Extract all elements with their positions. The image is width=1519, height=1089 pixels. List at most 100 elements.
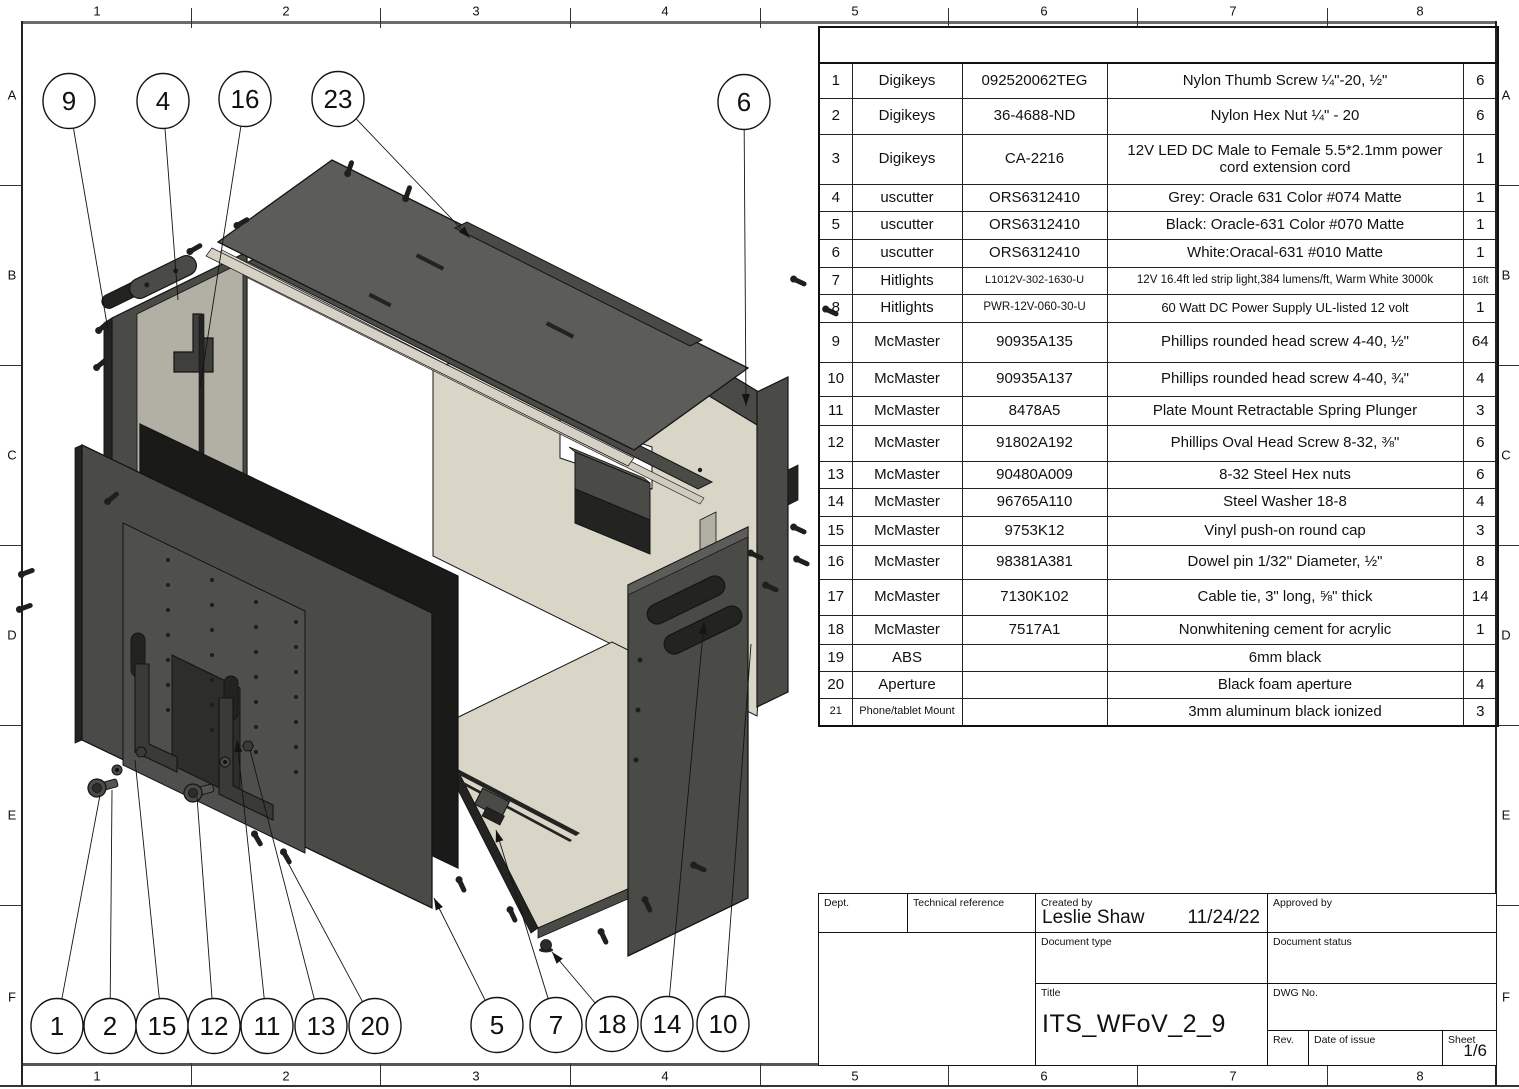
bom-qty: 6 — [1463, 425, 1498, 461]
bom-row: 12McMaster91802A192Phillips Oval Head Sc… — [819, 425, 1498, 461]
balloon-number: 15 — [148, 1011, 177, 1041]
bom-supplier: Phone/tablet Mount — [852, 698, 962, 726]
bom-description: 60 Watt DC Power Supply UL-listed 12 vol… — [1107, 294, 1463, 322]
bom-item-no: 10 — [819, 362, 852, 396]
balloon-number: 14 — [653, 1009, 682, 1039]
bom-item-no: 15 — [819, 516, 852, 545]
bom-description: 3mm aluminum black ionized — [1107, 698, 1463, 726]
bom-item-no: 8 — [819, 294, 852, 322]
bom-supplier: McMaster — [852, 396, 962, 425]
balloon-leader — [62, 795, 100, 999]
bom-part-number — [962, 644, 1107, 671]
rev-label: Rev. — [1273, 1034, 1294, 1046]
bom-supplier: McMaster — [852, 322, 962, 362]
bom-description: Grey: Oracle 631 Color #074 Matte — [1107, 184, 1463, 211]
bom-description: Nylon Thumb Screw ¼"-20, ½" — [1107, 63, 1463, 98]
approved-by-label: Approved by — [1273, 897, 1332, 909]
bom-item-no: 18 — [819, 615, 852, 644]
bom-row: 7HitlightsL1012V-302-1630-U12V 16.4ft le… — [819, 267, 1498, 294]
bom-row: 17McMaster7130K102Cable tie, 3" long, ⅝"… — [819, 579, 1498, 615]
balloon-leader — [135, 760, 159, 999]
balloon-number: 20 — [361, 1011, 390, 1041]
bom-row: 6uscutterORS6312410White:Oracal-631 #010… — [819, 239, 1498, 267]
bom-item-no: 20 — [819, 671, 852, 698]
bom-description: Steel Washer 18-8 — [1107, 488, 1463, 516]
front-monitor-panel — [75, 424, 458, 908]
bom-part-number: 8478A5 — [962, 396, 1107, 425]
balloon-number: 5 — [490, 1010, 504, 1040]
bom-qty: 1 — [1463, 239, 1498, 267]
bom-supplier: uscutter — [852, 239, 962, 267]
drawing-sheet: 1234567812345678ABCDEFABCDEF — [0, 0, 1519, 1089]
balloon-leader — [197, 797, 212, 999]
bom-qty: 1 — [1463, 211, 1498, 239]
leader-arrowhead — [552, 952, 563, 964]
balloon-number: 13 — [307, 1011, 336, 1041]
bom-qty: 1 — [1463, 294, 1498, 322]
balloon-leader — [73, 128, 108, 330]
bom-supplier: McMaster — [852, 516, 962, 545]
tech-ref-cell: Technical reference — [907, 893, 1037, 934]
bom-supplier: McMaster — [852, 461, 962, 488]
bom-supplier: Hitlights — [852, 267, 962, 294]
bom-qty: 6 — [1463, 98, 1498, 134]
bom-part-number: 36-4688-ND — [962, 98, 1107, 134]
bom-description: Black foam aperture — [1107, 671, 1463, 698]
bom-supplier: Hitlights — [852, 294, 962, 322]
bom-row: 3DigikeysCA-221612V LED DC Male to Femal… — [819, 134, 1498, 184]
bom-qty: 4 — [1463, 362, 1498, 396]
balloon-number: 4 — [156, 86, 170, 116]
sheet-cell: Sheet 1/6 — [1442, 1030, 1497, 1066]
bom-description: Black: Oracle-631 Color #070 Matte — [1107, 211, 1463, 239]
bom-part-number: 91802A192 — [962, 425, 1107, 461]
bom-part-number: 9753K12 — [962, 516, 1107, 545]
bom-row: 8HitlightsPWR-12V-060-30-U60 Watt DC Pow… — [819, 294, 1498, 322]
bom-qty — [1463, 644, 1498, 671]
rev-cell: Rev. — [1267, 1030, 1310, 1066]
bom-part-number — [962, 698, 1107, 726]
bom-item-no: 17 — [819, 579, 852, 615]
bom-qty: 8 — [1463, 545, 1498, 579]
bom-item-no: 4 — [819, 184, 852, 211]
bom-description: 12V LED DC Male to Female 5.5*2.1mm powe… — [1107, 134, 1463, 184]
balloon-number: 9 — [62, 86, 76, 116]
bom-part-number: ORS6312410 — [962, 239, 1107, 267]
bom-qty: 3 — [1463, 396, 1498, 425]
bom-description: Nonwhitening cement for acrylic — [1107, 615, 1463, 644]
bom-item-no: 5 — [819, 211, 852, 239]
bom-supplier: McMaster — [852, 545, 962, 579]
bom-item-no: 7 — [819, 267, 852, 294]
date-of-issue-cell: Date of issue — [1308, 1030, 1444, 1066]
bom-row: 4uscutterORS6312410Grey: Oracle 631 Colo… — [819, 184, 1498, 211]
bom-part-number: 7130K102 — [962, 579, 1107, 615]
sheet-number: 1/6 — [1463, 1041, 1487, 1061]
balloon-leader — [744, 129, 746, 406]
bom-qty: 6 — [1463, 461, 1498, 488]
bom-part-number: ORS6312410 — [962, 184, 1107, 211]
bom-qty: 1 — [1463, 134, 1498, 184]
bom-table: 1Digikeys092520062TEGNylon Thumb Screw ¼… — [818, 26, 1499, 727]
leader-arrowhead — [434, 898, 443, 911]
balloon-number: 6 — [737, 87, 751, 117]
bom-row: 19ABS6mm black — [819, 644, 1498, 671]
bom-row: 14McMaster96765A110Steel Washer 18-84 — [819, 488, 1498, 516]
bom-supplier: McMaster — [852, 488, 962, 516]
bom-qty: 4 — [1463, 488, 1498, 516]
bom-supplier: Digikeys — [852, 134, 962, 184]
balloon-number: 11 — [254, 1011, 281, 1041]
doc-type-cell: Document type — [1035, 932, 1269, 985]
bom-item-no: 11 — [819, 396, 852, 425]
bom-supplier: ABS — [852, 644, 962, 671]
bom-row: 5uscutterORS6312410Black: Oracle-631 Col… — [819, 211, 1498, 239]
bom-part-number: 90480A009 — [962, 461, 1107, 488]
bom-row: 10McMaster90935A137Phillips rounded head… — [819, 362, 1498, 396]
push-on-cap — [539, 940, 553, 953]
balloon-number: 2 — [103, 1011, 117, 1041]
bom-qty: 14 — [1463, 579, 1498, 615]
bom-qty: 6 — [1463, 63, 1498, 98]
bom-item-no: 13 — [819, 461, 852, 488]
bom-body: 1Digikeys092520062TEGNylon Thumb Screw ¼… — [819, 27, 1498, 726]
dwg-no-cell: DWG No. — [1267, 983, 1497, 1032]
bom-part-number: CA-2216 — [962, 134, 1107, 184]
bom-description: Vinyl push-on round cap — [1107, 516, 1463, 545]
